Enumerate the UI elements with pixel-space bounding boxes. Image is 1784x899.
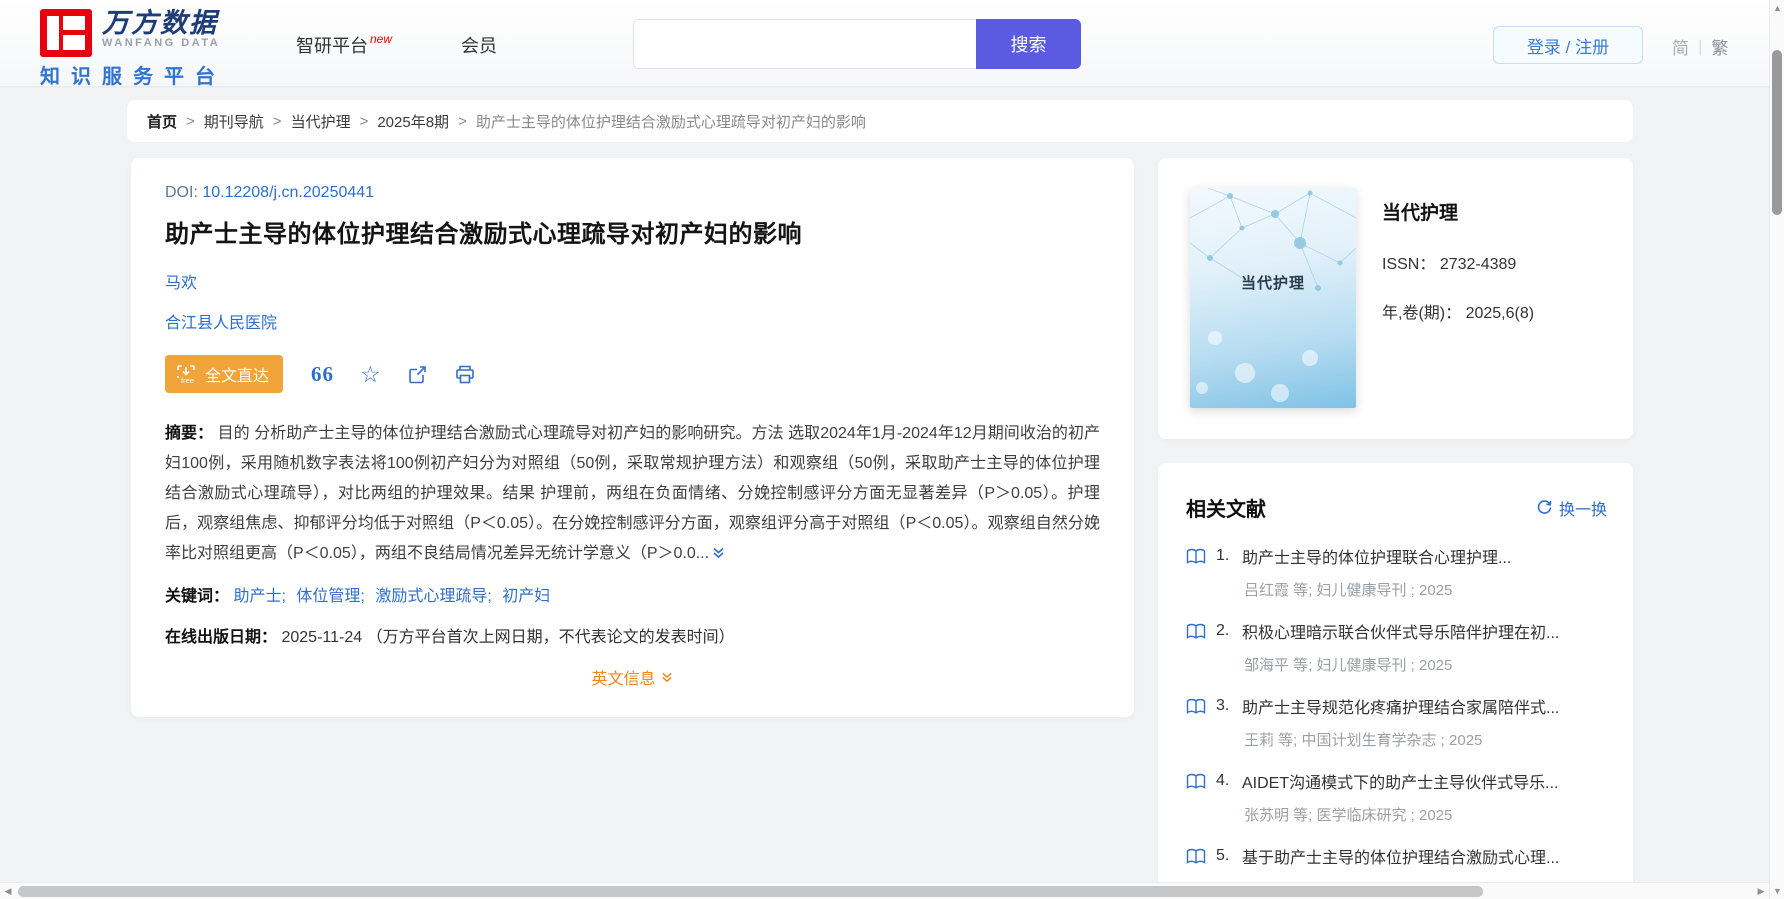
issn-label: ISSN：	[1382, 256, 1436, 273]
brand-name-cn: 万方数据	[102, 8, 218, 38]
publish-date-value: 2025-11-24	[281, 629, 363, 646]
breadcrumb-home[interactable]: 首页	[147, 111, 177, 132]
refresh-related-button[interactable]: 换一换	[1536, 496, 1607, 520]
abstract-text: 目的 分析助产士主导的体位护理结合激励式心理疏导对初产妇的影响研究。方法 选取2…	[165, 425, 1100, 562]
affiliation-link[interactable]: 合江县人民医院	[165, 315, 277, 332]
abstract-label: 摘要：	[165, 425, 214, 442]
keyword-link[interactable]: 助产士	[233, 588, 281, 605]
language-switch: 简 | 繁	[1672, 34, 1728, 59]
scroll-up-arrow[interactable]: ▲	[1770, 0, 1784, 16]
article-title: 助产士主导的体位护理结合激励式心理疏导对初产妇的影响	[165, 221, 802, 248]
lang-traditional[interactable]: 繁	[1711, 34, 1728, 59]
lang-separator: |	[1698, 36, 1703, 56]
nav-zhiyan-platform[interactable]: 智研平台 new	[296, 32, 393, 58]
free-download-icon: free	[175, 363, 197, 385]
article-card: DOI: 10.12208/j.cn.20250441 助产士主导的体位护理结合…	[131, 158, 1134, 717]
breadcrumb-separator: >	[359, 112, 369, 130]
related-item-title[interactable]: 助产士主导规范化疼痛护理结合家属陪伴式...	[1242, 694, 1559, 718]
favorite-star-icon[interactable]: ☆	[360, 362, 381, 386]
breadcrumb-issue[interactable]: 2025年8期	[377, 111, 449, 132]
keyword-link[interactable]: 激励式心理疏导	[375, 588, 487, 605]
related-item: 5. 基于助产士主导的体位护理结合激励式心理...	[1186, 844, 1607, 868]
login-register-button[interactable]: 登录 / 注册	[1493, 26, 1643, 64]
print-icon[interactable]	[454, 364, 476, 385]
breadcrumb-current-article: 助产士主导的体位护理结合激励式心理疏导对初产妇的影响	[475, 113, 866, 131]
brand-name-en: WANFANG DATA	[102, 37, 221, 49]
related-item-title[interactable]: 基于助产士主导的体位护理结合激励式心理...	[1242, 844, 1559, 868]
related-item-title[interactable]: AIDET沟通模式下的助产士主导伙伴式导乐...	[1242, 769, 1558, 793]
brand-tagline: 知识服务平台	[40, 66, 226, 88]
related-item-title[interactable]: 助产士主导的体位护理联合心理护理...	[1242, 544, 1511, 568]
breadcrumb-separator: >	[272, 112, 282, 130]
english-info-toggle[interactable]: 英文信息	[591, 665, 673, 689]
related-item-meta: 吕红霞 等; 妇儿健康导刊 ; 2025	[1244, 582, 1453, 599]
breadcrumb-journal-nav[interactable]: 期刊导航	[204, 111, 264, 132]
journal-cover-title: 当代护理	[1240, 275, 1305, 292]
wanfang-logo[interactable]: 万方数据 WANFANG DATA 知识服务平台	[40, 9, 226, 89]
issn-value: 2732-4389	[1439, 256, 1517, 273]
journal-cover-image[interactable]: 当代护理	[1190, 188, 1356, 408]
vertical-scrollbar[interactable]: ▲ ▼	[1769, 0, 1784, 899]
horizontal-scroll-thumb[interactable]	[18, 886, 1483, 897]
abstract-section: 摘要： 目的 分析助产士主导的体位护理结合激励式心理疏导对初产妇的影响研究。方法…	[165, 419, 1100, 571]
related-item-title[interactable]: 积极心理暗示联合伙伴式导乐陪伴护理在初...	[1242, 619, 1559, 643]
related-item-meta: 张苏明 等; 医学临床研究 ; 2025	[1244, 807, 1453, 824]
fulltext-button-label: 全文直达	[205, 368, 270, 385]
svg-text:free: free	[181, 376, 194, 385]
related-articles-title: 相关文献	[1186, 499, 1266, 521]
new-badge: new	[370, 32, 393, 46]
citation-quote-icon[interactable]: 66	[311, 362, 334, 387]
keywords-section: 关键词： 助产士; 体位管理; 激励式心理疏导; 初产妇	[165, 588, 551, 605]
scroll-down-arrow[interactable]: ▼	[1770, 883, 1784, 899]
breadcrumb-journal[interactable]: 当代护理	[291, 111, 351, 132]
volume-value: 2025,6(8)	[1465, 305, 1535, 322]
publish-date-label: 在线出版日期：	[165, 629, 278, 646]
related-item-meta: 王莉 等; 中国计划生育学杂志 ; 2025	[1244, 732, 1483, 749]
related-articles-list: 1. 助产士主导的体位护理联合心理护理... 吕红霞 等; 妇儿健康导刊 ; 2…	[1186, 544, 1607, 868]
related-item: 4. AIDET沟通模式下的助产士主导伙伴式导乐... 张苏明 等; 医学临床研…	[1186, 769, 1607, 825]
nav-member[interactable]: 会员	[461, 32, 497, 58]
fulltext-access-button[interactable]: free 全文直达	[165, 355, 284, 393]
related-item: 1. 助产士主导的体位护理联合心理护理... 吕红霞 等; 妇儿健康导刊 ; 2…	[1186, 544, 1607, 600]
book-icon	[1186, 848, 1206, 865]
breadcrumb: 首页 > 期刊导航 > 当代护理 > 2025年8期 > 助产士主导的体位护理结…	[127, 100, 1633, 142]
scroll-right-arrow[interactable]: ▶	[1753, 883, 1769, 899]
book-icon	[1186, 623, 1206, 640]
book-icon	[1186, 698, 1206, 715]
journal-card: 当代护理 当代护理 ISSN： 2732-4389 年,卷(期)： 2025,6…	[1158, 158, 1633, 439]
publish-date-note: （万方平台首次上网日期，不代表论文的发表时间）	[366, 629, 735, 646]
journal-name[interactable]: 当代护理	[1382, 198, 1534, 225]
wanfang-logo-icon	[40, 9, 92, 57]
search-button[interactable]: 搜索	[976, 19, 1081, 69]
refresh-icon	[1537, 500, 1552, 514]
horizontal-scrollbar[interactable]: ◀ ▶	[0, 882, 1769, 899]
author-link[interactable]: 马欢	[165, 275, 197, 292]
search-input[interactable]	[633, 19, 976, 69]
related-articles-card: 相关文献 换一换 1. 助产士主导的体位护理联合心理护理... 吕红霞 等; 妇…	[1158, 463, 1633, 899]
keywords-label: 关键词：	[165, 588, 230, 605]
publish-date-section: 在线出版日期： 2025-11-24 （万方平台首次上网日期，不代表论文的发表时…	[165, 623, 1100, 647]
breadcrumb-separator: >	[458, 112, 467, 130]
top-header: 万方数据 WANFANG DATA 知识服务平台 智研平台 new 会员 搜索 登…	[0, 0, 1784, 89]
share-export-icon[interactable]	[407, 364, 428, 385]
english-info-chevron-icon	[661, 672, 672, 683]
book-icon	[1186, 773, 1206, 790]
vertical-scroll-thumb[interactable]	[1772, 50, 1782, 215]
book-icon	[1186, 548, 1206, 565]
keyword-link[interactable]: 体位管理	[296, 588, 360, 605]
doi-label: DOI:	[165, 184, 198, 201]
expand-abstract-chevron-icon[interactable]	[711, 541, 726, 571]
search-bar: 搜索	[633, 19, 1081, 69]
related-item: 3. 助产士主导规范化疼痛护理结合家属陪伴式... 王莉 等; 中国计划生育学杂…	[1186, 694, 1607, 750]
keyword-link[interactable]: 初产妇	[502, 588, 550, 605]
scroll-left-arrow[interactable]: ◀	[0, 883, 16, 899]
volume-label: 年,卷(期)：	[1382, 305, 1462, 322]
related-item-meta: 邹海平 等; 妇儿健康导刊 ; 2025	[1244, 657, 1453, 674]
doi-link[interactable]: 10.12208/j.cn.20250441	[202, 184, 374, 201]
breadcrumb-separator: >	[186, 112, 195, 130]
related-item: 2. 积极心理暗示联合伙伴式导乐陪伴护理在初... 邹海平 等; 妇儿健康导刊 …	[1186, 619, 1607, 675]
lang-simplified[interactable]: 简	[1672, 34, 1689, 59]
